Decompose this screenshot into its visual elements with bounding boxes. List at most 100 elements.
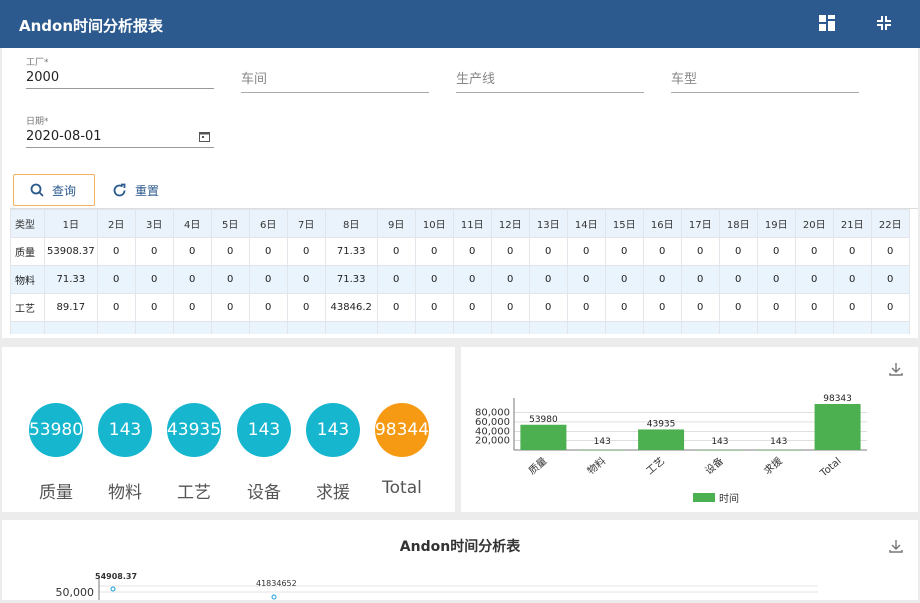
table-cell: 0 (718, 237, 758, 266)
table-cell: 0 (680, 265, 720, 294)
table-cell: 0 (832, 293, 872, 322)
table-row (10, 321, 910, 334)
table-cell (10, 321, 45, 334)
table-cell: 0 (756, 237, 796, 266)
bar (579, 449, 626, 451)
table-cell: 0 (832, 265, 872, 294)
table-row[interactable]: 物料 71.33 0 0 0 0 0 0 71.33 0 0 0 0 0 0 0 0 0 0 0 0 0 0 (10, 265, 910, 294)
calendar-icon[interactable] (199, 131, 210, 142)
reset-button[interactable]: 重置 (106, 174, 176, 206)
bar (638, 429, 685, 450)
table-header-cell: 10日 (414, 209, 454, 238)
table-row[interactable]: 质量 53908.37 0 0 0 0 0 0 71.33 0 0 0 0 0 0 0 0 0 0 0 0 0 0 (10, 237, 910, 266)
search-button[interactable]: 查询 (13, 174, 95, 206)
y-tick-label: 50,000 (56, 586, 95, 599)
table-row[interactable]: 工艺 89.17 0 0 0 0 0 0 43846.2 0 0 0 0 0 0 0 0 0 0 0 0 0 0 (10, 293, 910, 322)
summary-circle-5[interactable]: 98344 (375, 403, 429, 457)
table-cell: 43846.2 (324, 293, 378, 322)
data-label: 54908.37 (95, 572, 137, 581)
table-cell: 0 (376, 265, 416, 294)
table-cell: 71.33 (44, 265, 98, 294)
summary-value: 53980 (29, 420, 83, 440)
table-header-cell: 4日 (172, 209, 212, 238)
table-cell: 0 (172, 265, 212, 294)
factory-field[interactable]: 工厂* 2000 (26, 55, 214, 89)
x-tick-label: 求援 (761, 454, 785, 477)
table-cell (210, 321, 250, 334)
search-label: 查询 (52, 183, 77, 198)
table-header-cell: 9日 (376, 209, 416, 238)
summary-circle-2[interactable]: 43935 (167, 403, 221, 457)
table-cell: 0 (870, 293, 910, 322)
line-field[interactable]: 生产线 (456, 55, 644, 93)
legend-swatch (693, 493, 715, 502)
model-input[interactable]: 车型 (671, 67, 859, 93)
table-cell: 0 (96, 293, 136, 322)
table-cell: 0 (680, 293, 720, 322)
bar (520, 424, 567, 450)
summary-circle-0[interactable]: 53980 (29, 403, 83, 457)
table-cell: 0 (642, 265, 682, 294)
workshop-field[interactable]: 车间 (241, 55, 429, 93)
table-cell: 0 (604, 265, 644, 294)
table-cell: 0 (134, 237, 174, 266)
date-input[interactable]: 2020-08-01 (26, 126, 214, 148)
table-cell: 71.33 (324, 237, 378, 266)
table-header-cell: 12日 (490, 209, 530, 238)
table-cell (870, 321, 910, 334)
factory-label: 工厂* (26, 58, 49, 68)
table-cell: 0 (870, 265, 910, 294)
table-cell: 0 (172, 237, 212, 266)
data-label: 143 (711, 437, 728, 447)
x-tick-label: Total (818, 456, 844, 480)
summary-value: 43935 (167, 420, 221, 440)
summary-circle-3[interactable]: 143 (237, 403, 291, 457)
download-icon[interactable] (888, 538, 904, 554)
table-cell (642, 321, 682, 334)
date-label: 日期* (26, 117, 49, 127)
table-header-cell: 5日 (210, 209, 250, 238)
summary-label: 设备 (247, 483, 281, 503)
page-title: Andon时间分析报表 (19, 17, 164, 35)
table-cell: 0 (248, 237, 288, 266)
table-header-cell: 16日 (642, 209, 682, 238)
table-cell: 0 (642, 237, 682, 266)
table-cell (528, 321, 568, 334)
table-cell: 0 (96, 237, 136, 266)
date-field[interactable]: 日期* 2020-08-01 (26, 114, 214, 148)
model-field[interactable]: 车型 (671, 55, 859, 93)
summary-label: 工艺 (177, 483, 211, 503)
table-cell: 0 (604, 237, 644, 266)
summary-circle-4[interactable]: 143 (306, 403, 360, 457)
legend-label: 时间 (719, 492, 739, 505)
table-cell (324, 321, 378, 334)
summary-label: 物料 (108, 483, 142, 503)
table-cell (376, 321, 416, 334)
line-input[interactable]: 生产线 (456, 67, 644, 93)
summary-circle-1[interactable]: 143 (98, 403, 152, 457)
download-icon[interactable] (888, 361, 904, 377)
workshop-input[interactable]: 车间 (241, 67, 429, 93)
table-cell: 0 (832, 237, 872, 266)
table-cell (134, 321, 174, 334)
table-cell: 质量 (10, 237, 45, 266)
table-cell: 0 (376, 237, 416, 266)
table-cell: 0 (286, 237, 326, 266)
table-cell: 0 (528, 293, 568, 322)
table-cell: 0 (566, 293, 606, 322)
table-cell: 0 (490, 265, 530, 294)
table-cell: 0 (794, 265, 834, 294)
table-cell (248, 321, 288, 334)
layout-icon[interactable] (818, 14, 838, 34)
table-cell (718, 321, 758, 334)
table-cell: 0 (414, 265, 454, 294)
table-cell: 53908.37 (44, 237, 98, 266)
factory-input[interactable]: 2000 (26, 67, 214, 89)
table-cell: 0 (566, 237, 606, 266)
table-cell: 0 (718, 265, 758, 294)
collapse-icon[interactable] (875, 14, 895, 34)
table-cell: 71.33 (324, 265, 378, 294)
summary-label: 质量 (39, 483, 73, 503)
table-cell: 0 (528, 237, 568, 266)
line-chart-title: Andon时间分析表 (399, 539, 521, 555)
